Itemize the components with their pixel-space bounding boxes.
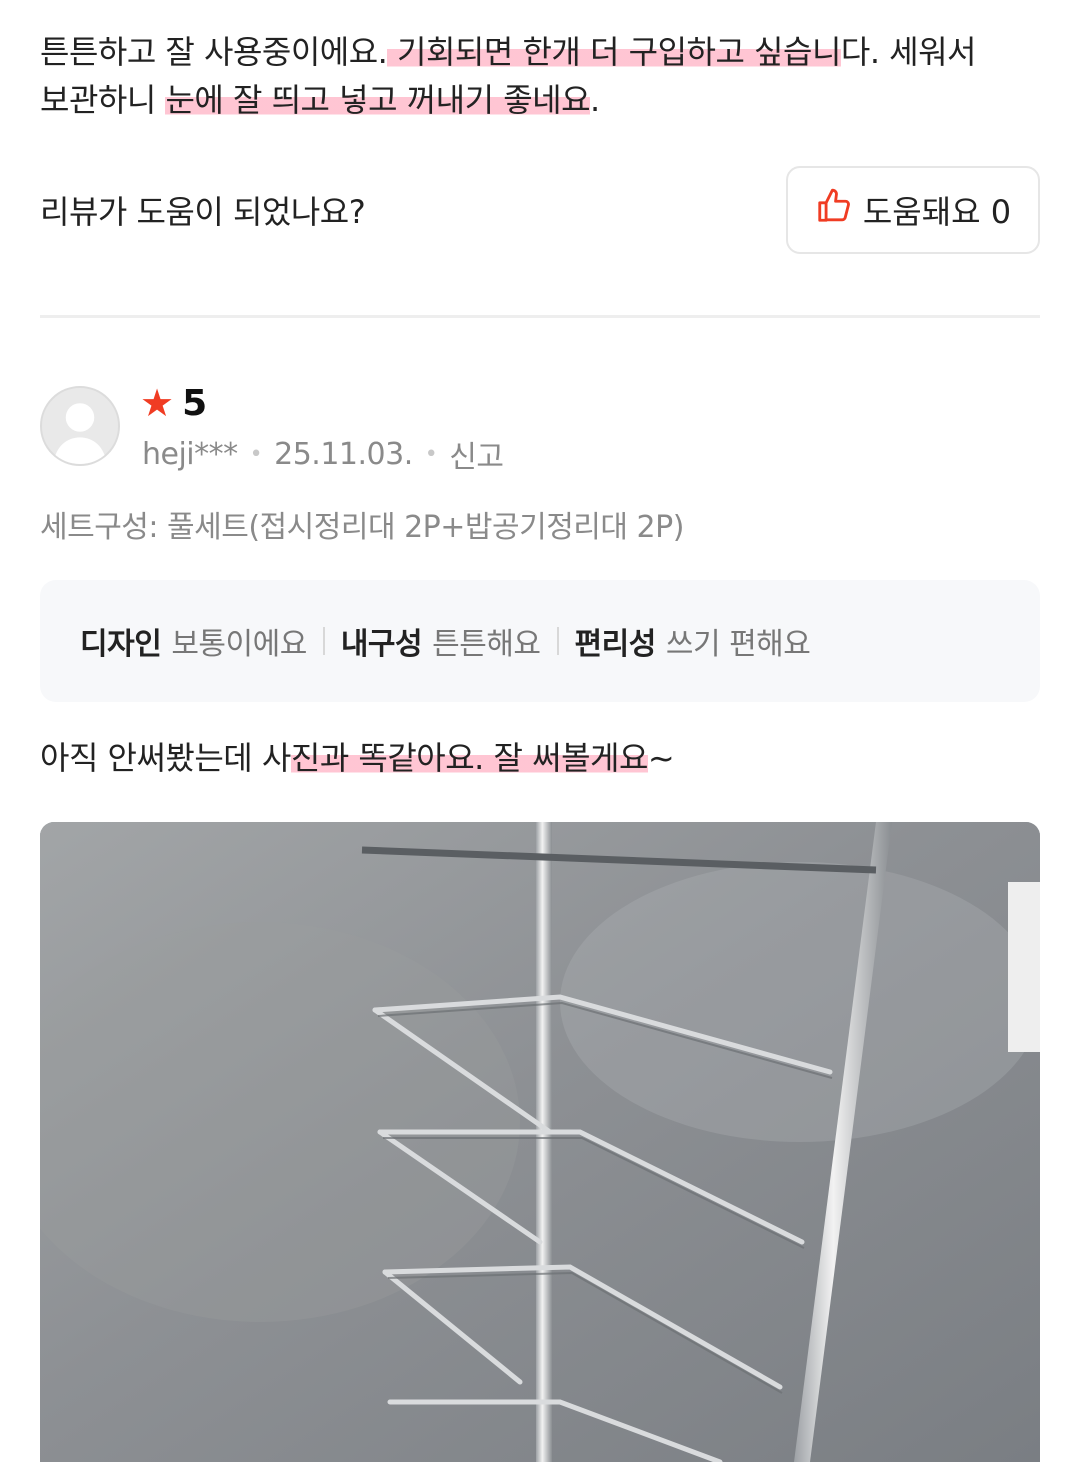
previous-review-text: 튼튼하고 잘 사용중이에요. 기회되면 한개 더 구입하고 싶습니다. 세워서 … bbox=[40, 28, 1040, 124]
attribute-label: 디자인 bbox=[80, 627, 162, 662]
review-text-segment: . bbox=[590, 81, 600, 119]
attribute-value: 보통이에요 bbox=[171, 627, 307, 662]
review-text-segment: ~ bbox=[647, 739, 675, 777]
review-text: 아직 안써봤는데 사진과 똑같아요. 잘 써볼게요~ bbox=[40, 734, 675, 782]
attribute-summary: 디자인 보통이에요 내구성 튼튼해요 편리성 쓰기 편해요 bbox=[40, 580, 1040, 702]
avatar bbox=[40, 386, 120, 466]
review-divider bbox=[40, 315, 1040, 318]
review-date: 25.11.03. bbox=[274, 436, 413, 472]
review-photo[interactable] bbox=[40, 822, 1040, 1462]
purchase-option: 세트구성: 풀세트(접시정리대 2P+밥공기정리대 2P) bbox=[40, 510, 684, 545]
thumbs-up-icon bbox=[815, 187, 853, 233]
rating-row: ★ 5 bbox=[140, 380, 207, 426]
dish-rack-photo-icon bbox=[40, 822, 1040, 1462]
review-text-segment: 튼튼하고 잘 사용중이에요. bbox=[40, 33, 388, 71]
attribute-divider bbox=[556, 627, 559, 655]
meta-separator: • bbox=[249, 441, 263, 467]
attribute-divider bbox=[322, 627, 325, 655]
report-link[interactable]: 신고 bbox=[449, 432, 504, 476]
attribute-value: 쓰기 편해요 bbox=[665, 627, 811, 662]
attribute-label: 내구성 bbox=[340, 627, 423, 662]
review-meta: heji*** • 25.11.03. • 신고 bbox=[142, 432, 504, 476]
helpful-row: 리뷰가 도움이 되었나요? 도움돼요 0 bbox=[40, 166, 1040, 254]
review-text-segment: 아직 안써봤는데 사 bbox=[40, 739, 291, 777]
rating-value: 5 bbox=[182, 382, 208, 424]
helpful-button-label: 도움돼요 0 bbox=[862, 193, 1012, 231]
review-page: 튼튼하고 잘 사용중이에요. 기회되면 한개 더 구입하고 싶습니다. 세워서 … bbox=[0, 0, 1080, 1462]
attribute-value: 튼튼해요 bbox=[432, 627, 541, 662]
review-text-highlight: 기회되면 한개 더 구입하고 싶습니 bbox=[387, 33, 841, 71]
helpful-button[interactable]: 도움돼요 0 bbox=[786, 166, 1040, 254]
attribute-label: 편리성 bbox=[574, 627, 657, 662]
review-text-highlight: 눈에 잘 띄고 넣고 꺼내기 좋네요 bbox=[165, 81, 591, 119]
review-text-highlight: 진과 똑같아요. 잘 써볼게요 bbox=[290, 739, 648, 777]
meta-separator: • bbox=[424, 441, 438, 467]
reviewer-id: heji*** bbox=[142, 436, 238, 472]
review-text-segment: 보관하니 bbox=[40, 81, 166, 119]
star-icon: ★ bbox=[140, 381, 175, 425]
helpful-question: 리뷰가 도움이 되었나요? bbox=[40, 193, 366, 231]
review-text-segment: 다. 세워서 bbox=[840, 33, 977, 71]
